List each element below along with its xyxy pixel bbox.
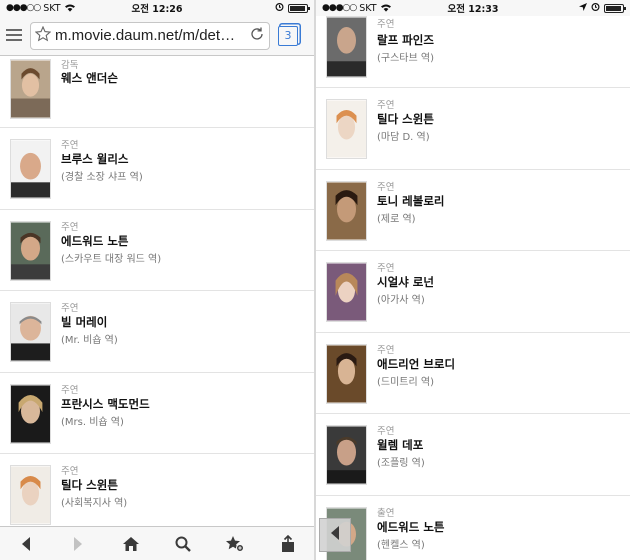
menu-icon[interactable] <box>6 26 22 45</box>
alarm-icon <box>275 2 284 14</box>
character-name: (헨켈스 역) <box>377 539 425 551</box>
actor-name: 시얼샤 로넌 <box>377 275 434 289</box>
actor-photo <box>326 262 367 322</box>
actor-name: 프란시스 맥도먼드 <box>61 396 150 411</box>
back-icon[interactable] <box>16 534 36 554</box>
role-label: 주연 <box>377 344 395 356</box>
cast-row[interactable]: 주연 윌렘 데포 (조플링 역) <box>316 414 630 496</box>
search-icon[interactable] <box>173 534 193 554</box>
favorite-star-icon[interactable] <box>34 25 52 46</box>
cast-row[interactable]: 주연 랄프 파인즈 (구스타브 역) <box>316 16 630 88</box>
actor-photo <box>326 99 367 159</box>
cast-list: 감독 웨스 앤더슨 주연 브루스 윌리스 (경찰 소장 샤프 역) 주연 에드워… <box>0 48 314 536</box>
signal-icon: ●●●○○ <box>322 3 357 13</box>
cast-row[interactable]: 주연 브루스 윌리스 (경찰 소장 샤프 역) <box>0 128 314 210</box>
back-icon <box>329 525 341 545</box>
role-label: 주연 <box>377 263 395 274</box>
bookmark-star-icon[interactable] <box>225 534 245 554</box>
actor-photo <box>10 139 51 199</box>
character-name: (제로 역) <box>377 213 416 225</box>
character-name: (조플링 역) <box>377 458 425 469</box>
actor-photo <box>10 383 51 444</box>
role-label: 감독 <box>61 60 79 71</box>
character-name: (드미트리 역) <box>377 376 434 388</box>
character-name: (아가사 역) <box>377 295 425 306</box>
actor-photo <box>326 343 367 404</box>
role-label: 주연 <box>377 181 395 193</box>
share-icon[interactable] <box>278 534 298 554</box>
character-name: (구스타브 역) <box>377 53 434 64</box>
actor-photo <box>326 425 367 485</box>
actor-name: 윌렘 데포 <box>377 438 424 452</box>
role-label: 주연 <box>377 100 395 111</box>
cast-row[interactable]: 주연 에드워드 노튼 (스카우트 대장 워드 역) <box>0 210 314 291</box>
cast-row[interactable]: 출연 에드워드 노튼 (헨켈스 역) <box>316 496 630 560</box>
actor-name: 토니 레볼로리 <box>377 193 445 208</box>
actor-name: 랄프 파인즈 <box>377 33 434 47</box>
actor-photo <box>10 220 51 281</box>
character-name: (스카우트 대장 워드 역) <box>61 253 162 265</box>
cast-row[interactable]: 주연 빌 머레이 (Mr. 비숍 역) <box>0 291 314 373</box>
role-label: 출연 <box>377 507 395 519</box>
tab-count-button[interactable]: 3 <box>278 25 298 46</box>
actor-name: 틸다 스윈튼 <box>61 478 118 492</box>
cast-row[interactable]: 주연 애드리언 브로디 (드미트리 역) <box>316 333 630 414</box>
role-label: 주연 <box>61 384 79 396</box>
cast-row[interactable]: 주연 시얼샤 로넌 (아가사 역) <box>316 251 630 333</box>
browser-toolbar <box>0 526 314 560</box>
floating-back-button[interactable] <box>319 518 351 552</box>
carrier-label: SKT <box>43 2 61 14</box>
character-name: (Mr. 비숍 역) <box>61 335 118 346</box>
character-name: (마담 D. 역) <box>377 132 430 143</box>
cast-row[interactable]: 주연 토니 레볼로리 (제로 역) <box>316 170 630 251</box>
cast-list: 주연 랄프 파인즈 (구스타브 역) 주연 틸다 스윈튼 (마담 D. 역) 주… <box>316 16 630 560</box>
battery-icon <box>288 3 310 13</box>
role-label: 주연 <box>61 303 79 314</box>
character-name: (사회복지사 역) <box>61 498 128 509</box>
character-name: (Mrs. 비숍 역) <box>61 416 124 428</box>
actor-photo <box>10 465 51 525</box>
actor-name: 에드워드 노튼 <box>61 233 129 248</box>
battery-icon <box>604 3 626 13</box>
url-field[interactable]: m.movie.daum.net/m/det… <box>30 21 270 50</box>
cast-row[interactable]: 주연 틸다 스윈튼 (사회복지사 역) <box>0 454 314 536</box>
status-bar: ●●●○○ SKT 오전 12:33 <box>316 0 630 16</box>
role-label: 주연 <box>377 19 395 30</box>
right-screen: ●●●○○ SKT 오전 12:33 주연 랄프 파인즈 (구스타브 역) 주연… <box>316 0 630 560</box>
actor-name: 빌 머레이 <box>61 315 108 329</box>
left-screen: ●●●○○ SKT 오전 12:26 m.movie.daum.net/m/de… <box>0 0 314 560</box>
actor-name: 웨스 앤더슨 <box>61 71 118 85</box>
wifi-icon <box>64 4 75 12</box>
signal-icon: ●●●○○ <box>6 3 41 13</box>
status-bar: ●●●○○ SKT 오전 12:26 <box>0 0 314 16</box>
actor-photo <box>326 180 367 241</box>
forward-icon[interactable] <box>68 534 88 554</box>
cast-row[interactable]: 감독 웨스 앤더슨 <box>0 48 314 128</box>
character-name: (경찰 소장 샤프 역) <box>61 172 143 183</box>
actor-photo <box>10 59 51 119</box>
alarm-icon <box>591 2 600 14</box>
role-label: 주연 <box>61 466 79 477</box>
actor-name: 브루스 윌리스 <box>61 152 129 166</box>
home-icon[interactable] <box>121 534 141 554</box>
carrier-label: SKT <box>359 2 377 14</box>
role-label: 주연 <box>61 140 79 151</box>
actor-photo <box>10 302 51 362</box>
url-text[interactable]: m.movie.daum.net/m/det… <box>55 27 249 44</box>
actor-name: 애드리언 브로디 <box>377 356 456 371</box>
role-label: 주연 <box>61 221 79 233</box>
wifi-icon <box>380 4 391 12</box>
actor-photo <box>326 16 367 78</box>
cast-row[interactable]: 주연 프란시스 맥도먼드 (Mrs. 비숍 역) <box>0 373 314 454</box>
actor-name: 틸다 스윈튼 <box>377 112 434 126</box>
reload-icon[interactable] <box>249 26 265 46</box>
actor-name: 에드워드 노튼 <box>377 519 445 534</box>
role-label: 주연 <box>377 426 395 437</box>
cast-row[interactable]: 주연 틸다 스윈튼 (마담 D. 역) <box>316 88 630 170</box>
location-icon <box>579 2 587 14</box>
